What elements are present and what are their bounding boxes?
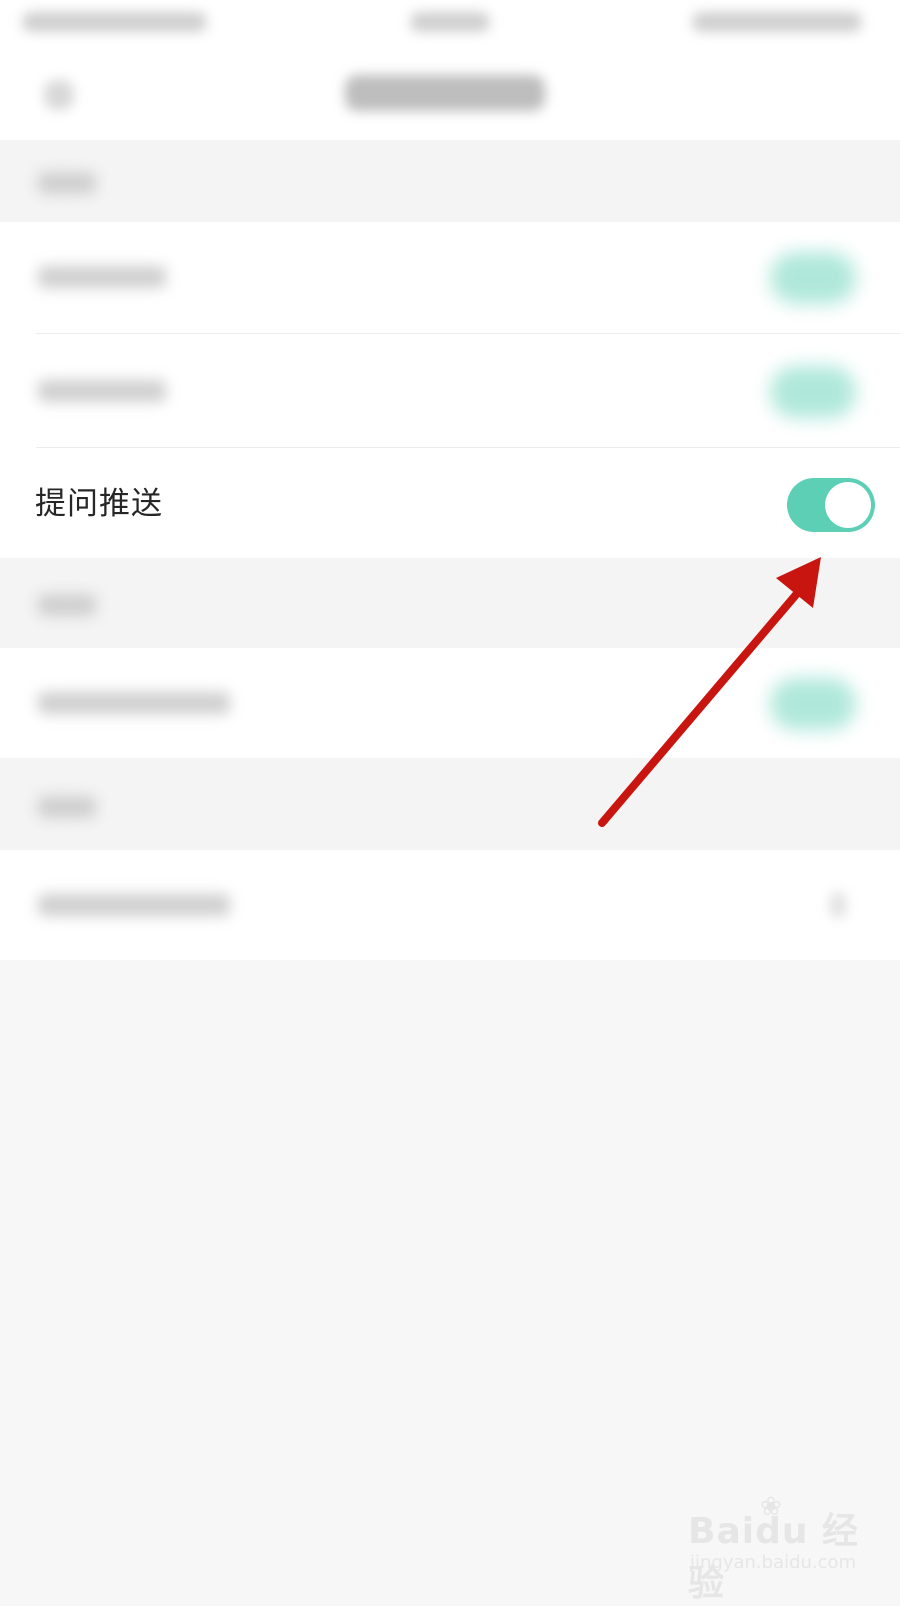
annotation-arrow: [598, 557, 821, 827]
baidu-jingyan-watermark: ❀ Baidu 经验 jingyan.baidu.com: [688, 1492, 860, 1604]
arrow-head: [776, 557, 821, 608]
arrow-shaft: [598, 586, 804, 827]
